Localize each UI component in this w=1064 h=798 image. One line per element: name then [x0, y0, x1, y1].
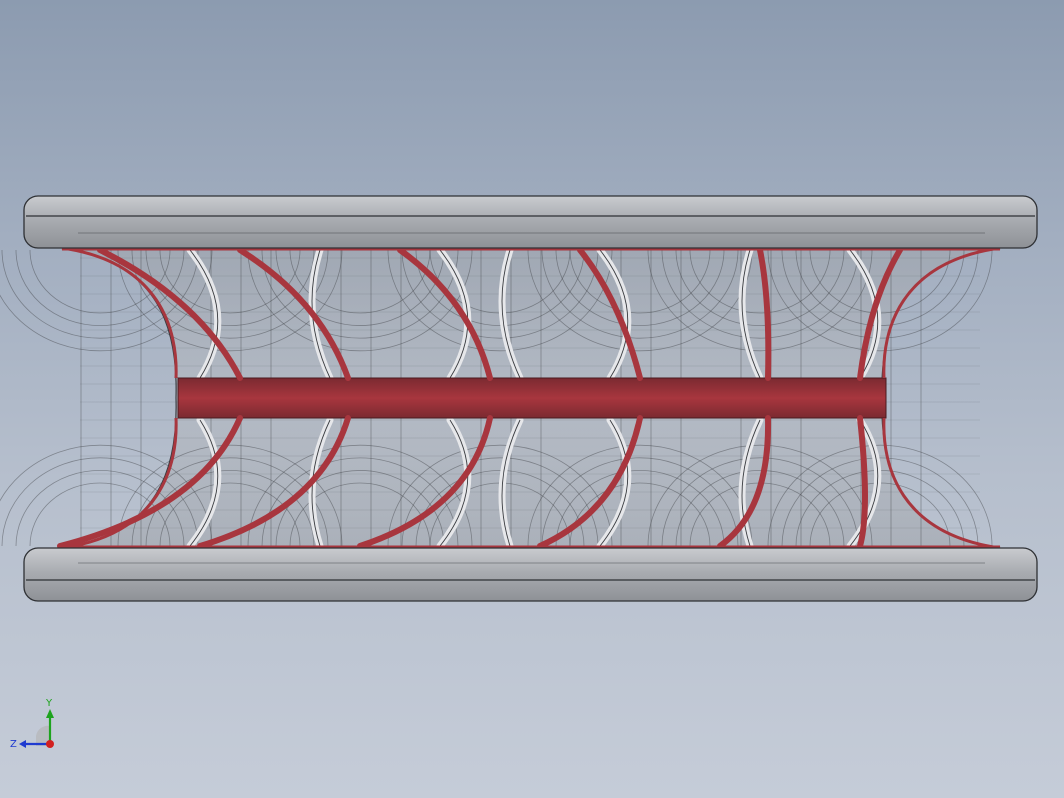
x-axis-dot-icon: [46, 740, 54, 748]
z-arrow-icon: [19, 740, 26, 748]
y-axis-label: Y: [45, 698, 53, 709]
graphics-viewport[interactable]: Y Z: [0, 0, 1064, 798]
lattice-part-model[interactable]: [0, 0, 1064, 798]
view-orientation-triad-icon: Y Z: [8, 696, 68, 756]
top-plate: [23, 195, 1038, 249]
y-arrow-icon: [46, 709, 54, 718]
z-axis-label: Z: [10, 739, 17, 750]
bottom-plate: [23, 547, 1038, 602]
